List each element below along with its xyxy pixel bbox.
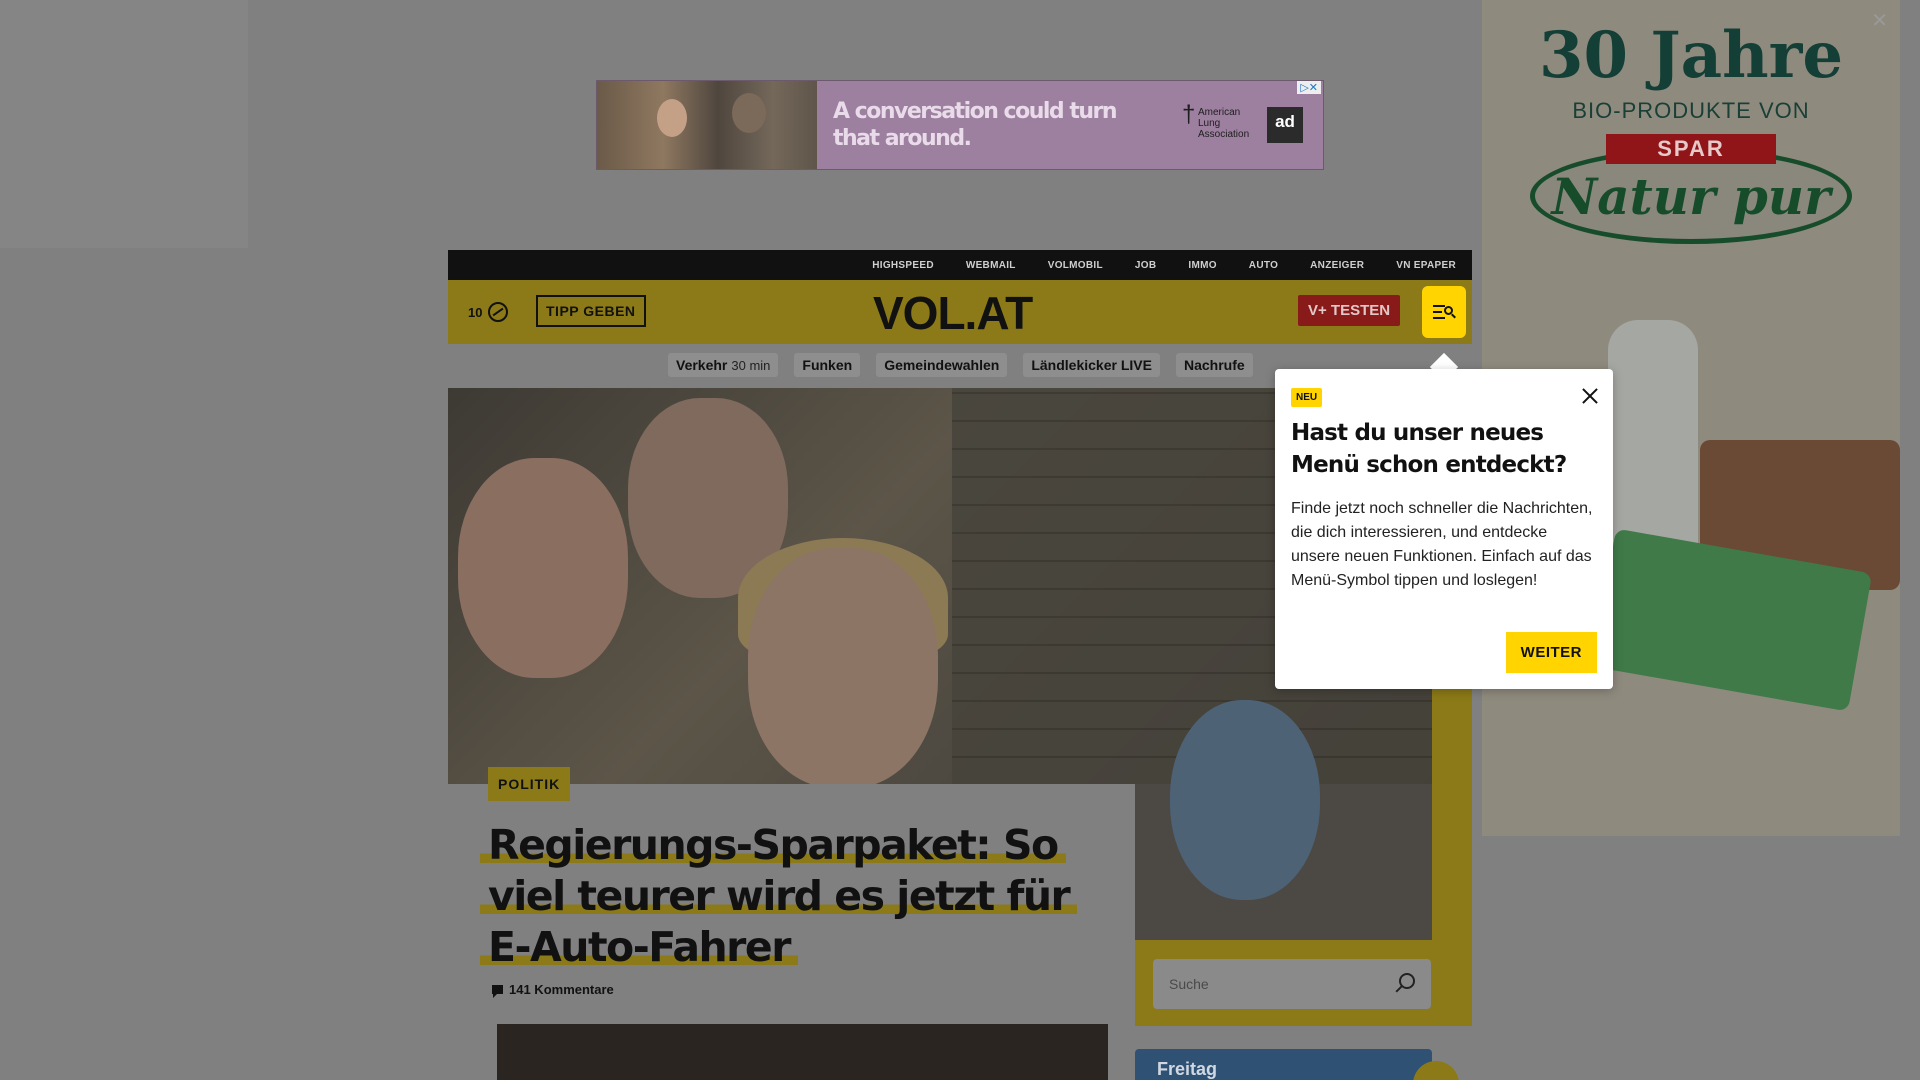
- topic-chips: Verkehr 30 min Funken Gemeindewahlen Länd…: [668, 353, 1253, 377]
- chip-gemeindewahlen[interactable]: Gemeindewahlen: [876, 353, 1008, 377]
- adchoices-icon[interactable]: ▷✕: [1297, 81, 1321, 94]
- spar-logo: SPAR: [1606, 134, 1776, 164]
- article-headline[interactable]: Regierungs-Sparpaket: So viel teurer wir…: [480, 820, 1100, 973]
- topnav-highspeed[interactable]: HIGHSPEED: [872, 260, 934, 271]
- topnav-job[interactable]: JOB: [1135, 260, 1156, 271]
- article-headline-text: Regierungs-Sparpaket: So viel teurer wir…: [480, 821, 1078, 971]
- chip-label: Verkehr: [676, 357, 728, 373]
- ad-photo: [597, 81, 817, 169]
- site-header: 10 TIPP GEBEN VOL.AT V+ TESTEN: [448, 280, 1472, 344]
- weather-day: Freitag: [1157, 1059, 1218, 1079]
- ad-close-icon[interactable]: ✕: [1871, 8, 1888, 33]
- topnav-auto[interactable]: AUTO: [1249, 260, 1278, 271]
- ad-sponsor: American Lung Association: [1182, 107, 1262, 140]
- menu-button[interactable]: [1422, 286, 1466, 338]
- comments-count: 141 Kommentare: [509, 982, 614, 997]
- ad-headline: A conversation could turn that around.: [833, 99, 1118, 151]
- ad-title: 30 Jahre: [1538, 18, 1844, 93]
- weather-widget[interactable]: 10: [468, 302, 509, 322]
- weiter-button[interactable]: WEITER: [1505, 632, 1597, 673]
- search-box: [1153, 959, 1431, 1009]
- temperature: 10: [468, 304, 483, 320]
- weather-icon: [488, 302, 509, 322]
- chip-nachrufe[interactable]: Nachrufe: [1175, 353, 1253, 377]
- new-badge: NEU: [1291, 388, 1323, 407]
- topnav-anzeiger[interactable]: ANZEIGER: [1310, 260, 1364, 271]
- banner-ad[interactable]: A conversation could turn that around. A…: [596, 80, 1324, 170]
- new-menu-popup: NEU Hast du unser neues Menü schon entde…: [1275, 369, 1613, 689]
- chip-label: Funken: [802, 357, 853, 373]
- chip-label: Gemeindewahlen: [884, 357, 1000, 373]
- next-article-image[interactable]: [497, 1024, 1108, 1080]
- background-area: [0, 0, 248, 248]
- search-icon[interactable]: [1399, 973, 1415, 989]
- chip-laendlekicker-live[interactable]: Ländlekicker LIVE: [1023, 353, 1160, 377]
- chip-funken[interactable]: Funken: [794, 353, 861, 377]
- comments-link[interactable]: 141 Kommentare: [492, 982, 614, 998]
- topnav-webmail[interactable]: WEBMAIL: [966, 260, 1016, 271]
- chip-verkehr[interactable]: Verkehr 30 min: [668, 353, 779, 377]
- comment-icon: [492, 985, 503, 998]
- category-tag[interactable]: POLITIK: [488, 767, 571, 801]
- weather-card[interactable]: Freitag: [1135, 1049, 1432, 1080]
- popup-title: Hast du unser neues Menü schon entdeckt?: [1291, 420, 1567, 478]
- top-navigation: HIGHSPEED WEBMAIL VOLMOBIL JOB IMMO AUTO…: [448, 250, 1472, 280]
- close-icon[interactable]: [1581, 387, 1599, 405]
- search-input[interactable]: [1153, 959, 1431, 1009]
- topnav-immo[interactable]: IMMO: [1188, 260, 1216, 271]
- tipp-geben-button[interactable]: TIPP GEBEN: [536, 295, 646, 327]
- ad-council-logo: ad: [1267, 107, 1303, 143]
- vplus-testen-button[interactable]: V+ TESTEN: [1298, 295, 1401, 326]
- chip-extra: 30 min: [731, 358, 771, 373]
- piggy-bank-image: [1170, 700, 1320, 900]
- ad-subtitle: BIO-PRODUKTE VON: [1572, 98, 1810, 123]
- topnav-vn-epaper[interactable]: VN EPAPER: [1396, 260, 1456, 271]
- site-logo[interactable]: VOL.AT: [873, 286, 1033, 340]
- topnav-volmobil[interactable]: VOLMOBIL: [1048, 260, 1103, 271]
- chip-label: Ländlekicker LIVE: [1031, 357, 1152, 373]
- menu-search-icon: [1433, 304, 1456, 320]
- chip-label: Nachrufe: [1183, 357, 1245, 373]
- popup-body: Finde jetzt noch schneller die Nachricht…: [1291, 500, 1593, 589]
